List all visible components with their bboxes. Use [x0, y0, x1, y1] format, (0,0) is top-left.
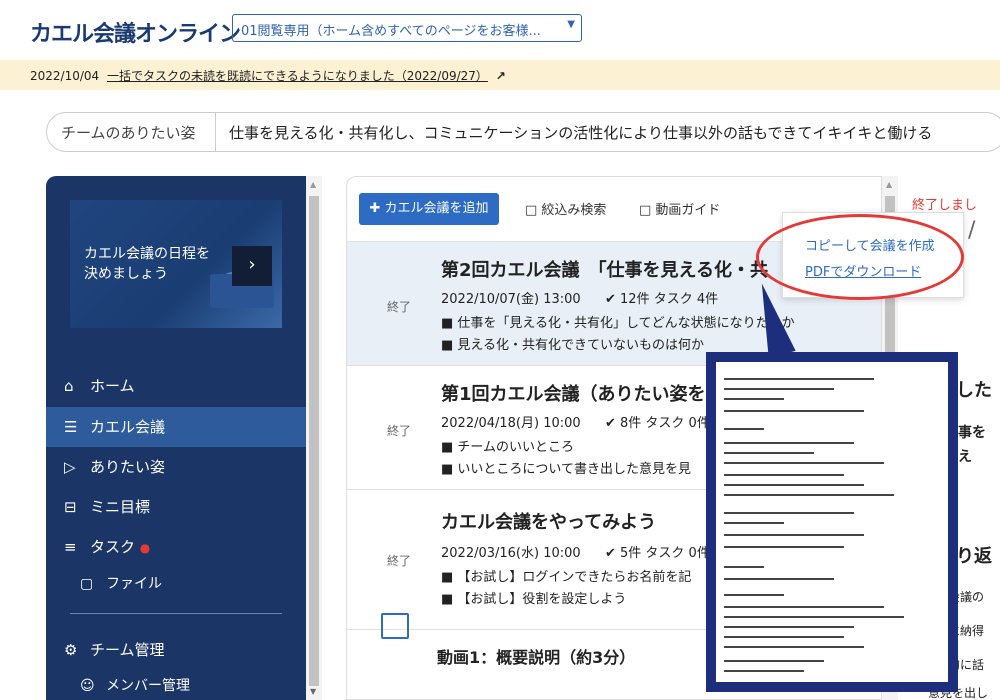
nav-meeting-label: カエル会議: [90, 418, 166, 436]
agenda-item: ■ チームのいいところ: [441, 440, 575, 455]
nav-mini-goal[interactable]: ⊟ ミニ目標: [46, 487, 306, 527]
notice-bar: 2022/10/04 一括でタスクの未読を既読にできるようになりました（2022…: [0, 60, 1000, 90]
scroll-up-icon[interactable]: ▲: [886, 180, 892, 189]
header: カエル会議オンライン 01閲覧専用（ホーム含めすべてのページをお客様... ▼: [0, 0, 1000, 56]
meeting-title[interactable]: カエル会議をやってみよう: [441, 508, 656, 534]
agenda-item: ■ 見える化・共有化できていないものは何か: [441, 338, 705, 353]
nav-team-admin[interactable]: ⚙ チーム管理: [46, 630, 306, 670]
ideal-divider: [215, 113, 216, 151]
video-guide-toggle[interactable]: □ 動画ガイド: [639, 199, 720, 218]
unread-dot: ●: [139, 541, 151, 555]
nav-member-admin[interactable]: ☺ メンバー管理: [46, 666, 306, 700]
team-select[interactable]: 01閲覧専用（ホーム含めすべてのページをお客様... ▼: [232, 14, 582, 42]
app-logo[interactable]: カエル会議オンライン: [30, 16, 241, 48]
chevron-right-icon[interactable]: ›: [232, 246, 272, 286]
meeting-title[interactable]: 第2回カエル会議 「仕事を見える化・共: [441, 256, 768, 282]
gear-icon: ⚙: [64, 641, 78, 659]
nav-kaeru-meeting[interactable]: ☰ カエル会議: [46, 407, 306, 447]
nav-member-label: メンバー管理: [106, 678, 190, 694]
meeting-counts: ✔ 8件 タスク 0件: [605, 416, 710, 431]
agenda-item: ■ 【お試し】ログインできたらお名前を記: [441, 570, 692, 585]
agenda-item: ■ 仕事を「見える化・共有化」してどんな状態になりたいか: [441, 316, 795, 331]
nav-home[interactable]: ⌂ ホーム: [46, 366, 306, 406]
nav-file-label: ファイル: [106, 576, 162, 592]
nav-mini-goal-label: ミニ目標: [90, 498, 151, 516]
home-icon: ⌂: [64, 377, 74, 395]
pdf-preview-document: [716, 362, 948, 682]
meeting-datetime: 2022/10/07(金) 13:00: [441, 292, 581, 307]
team-select-value: 01閲覧専用（ホーム含めすべてのページをお客様...: [241, 24, 541, 39]
add-meeting-label: カエル会議を追加: [384, 201, 489, 216]
notice-link[interactable]: 一括でタスクの未読を既読にできるようになりました（2022/09/27）: [107, 69, 488, 83]
detail-status: 終了しまし: [912, 198, 978, 213]
meeting-status: 終了: [387, 554, 412, 568]
file-icon: ▢: [80, 576, 94, 592]
schedule-banner[interactable]: カエル会議の日程を決めましょう ›: [70, 200, 282, 328]
nav-task[interactable]: ≡ タスク ●: [46, 527, 306, 567]
filter-search-toggle[interactable]: □ 絞込み検索: [525, 199, 606, 218]
meeting-datetime: 2022/04/18(月) 10:00: [441, 416, 581, 431]
flag-icon: ▷: [64, 458, 76, 476]
nav-team-admin-label: チーム管理: [90, 641, 165, 659]
nav-task-label: タスク: [90, 538, 136, 556]
agenda-item: ■ いいところについて書き出した意見を見: [441, 462, 692, 477]
nav-home-label: ホーム: [90, 377, 135, 395]
nav-ideal-label: ありたい姿: [90, 458, 166, 476]
members-icon: ☺: [80, 678, 95, 694]
scroll-down-icon[interactable]: ▼: [310, 687, 316, 696]
meeting-datetime: 2022/03/16(水) 10:00: [441, 546, 581, 561]
meeting-counts: ✔ 5件 タスク 0件: [605, 546, 710, 561]
detail-slash: /: [968, 218, 976, 243]
film-icon: [381, 613, 409, 639]
pdf-preview-callout: [706, 352, 958, 692]
task-list-icon: ≡: [64, 538, 77, 556]
agenda-item: ■ 【お試し】役割を設定しよう: [441, 592, 627, 607]
goal-icon: ⊟: [64, 498, 77, 516]
meeting-status: 終了: [387, 300, 412, 314]
sidebar-divider: [70, 613, 282, 614]
scroll-up-icon[interactable]: ▲: [310, 180, 316, 189]
meeting-icon: ☰: [64, 418, 78, 436]
external-link-icon[interactable]: ↗: [496, 69, 506, 83]
team-ideal-bar: チームのありたい姿 仕事を見える化・共有化し、コミュニケーションの活性化により仕…: [46, 112, 1000, 152]
nav-ideal[interactable]: ▷ ありたい姿: [46, 447, 306, 487]
meeting-title[interactable]: 第1回カエル会議（ありたい姿を: [441, 380, 706, 406]
sidebar-scroll-thumb[interactable]: [309, 196, 319, 686]
notice-date: 2022/10/04: [30, 69, 100, 83]
ideal-text: 仕事を見える化・共有化し、コミュニケーションの活性化により仕事以外の話もできてイ…: [229, 124, 933, 142]
movie-title[interactable]: 動画1：概要説明（約3分）: [437, 644, 635, 668]
highlight-circle: [756, 214, 964, 300]
ideal-label: チームのありたい姿: [61, 124, 196, 142]
nav-file[interactable]: ▢ ファイル: [46, 564, 306, 604]
meeting-status: 終了: [387, 424, 412, 438]
sidebar-scrollbar[interactable]: ▲ ▼: [306, 176, 322, 700]
chevron-down-icon: ▼: [567, 19, 575, 30]
meeting-counts: ✔ 12件 タスク 4件: [605, 292, 719, 307]
sidebar: カエル会議の日程を決めましょう › ⌂ ホーム ☰ カエル会議 ▷ ありたい姿 ⊟ ミニ…: [46, 176, 306, 700]
banner-text: カエル会議の日程を決めましょう: [84, 246, 210, 282]
add-meeting-button[interactable]: ✚ カエル会議を追加: [359, 193, 499, 225]
